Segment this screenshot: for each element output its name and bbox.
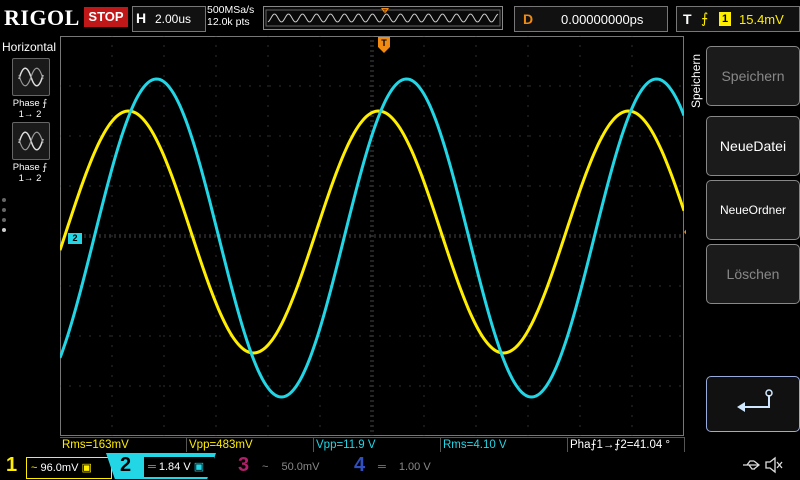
memory-depth: 12.0k pts xyxy=(207,16,250,28)
ch1-waveform xyxy=(58,109,686,355)
status-bar: RIGOL STOP H 2.00us 500MSa/s 12.0k pts T… xyxy=(0,0,800,36)
ch3-scale-box[interactable]: ~ 50.0mV xyxy=(258,457,342,477)
sample-rate: 500MSa/s xyxy=(207,4,255,16)
menu-neueordner-button[interactable]: NeueOrdner xyxy=(706,180,800,240)
delay-key: D xyxy=(523,11,534,27)
timebase-box[interactable]: H 2.00us xyxy=(132,6,206,32)
ch1-bw-icon: ▣ xyxy=(81,462,92,474)
horizontal-key: H xyxy=(136,10,147,26)
ch2-waveform xyxy=(58,77,686,399)
ch1-scale: 96.0mV xyxy=(40,462,79,474)
menu-return-button[interactable] xyxy=(706,376,800,432)
timebase-value: 2.00us xyxy=(155,12,192,26)
sine-icon xyxy=(18,67,44,87)
ch3-label[interactable]: 3 xyxy=(238,454,249,477)
trigger-t-icon: T xyxy=(378,37,390,53)
horizontal-title: Horizontal xyxy=(2,40,57,54)
svg-text:T: T xyxy=(381,38,387,48)
return-arrow-icon xyxy=(737,389,773,412)
speaker-mute-icon[interactable] xyxy=(764,456,784,479)
phase-button-2-label: Phase ⨍ 1→ 2 xyxy=(2,162,58,184)
svg-text:T: T xyxy=(383,10,387,16)
run-stop-indicator[interactable]: STOP xyxy=(84,7,128,27)
ch1-label[interactable]: 1 xyxy=(6,454,17,477)
ch4-label[interactable]: 4 xyxy=(354,454,365,477)
ch3-scale: 50.0mV xyxy=(281,461,320,473)
graticule xyxy=(58,35,686,437)
sine-icon xyxy=(18,131,44,151)
phase-button-2-line1: Phase ⨍ xyxy=(12,162,48,173)
menu-neuedatei-button[interactable]: NeueDatei xyxy=(706,116,800,176)
delay-box[interactable]: D 0.00000000ps xyxy=(514,6,668,32)
menu-title: Speichern xyxy=(688,40,704,110)
ch2-ground-marker[interactable]: 2 xyxy=(68,233,82,244)
ch3-coupling-icon: ~ xyxy=(262,461,269,473)
phase-button-2-line2: 1→ 2 xyxy=(18,173,42,184)
rising-edge-icon: ⨍ xyxy=(701,10,709,26)
trigger-position-marker[interactable]: T xyxy=(378,37,390,60)
measurement-ch2-vpp[interactable]: Vpp=11.9 V xyxy=(314,437,441,453)
menu-loeschen-button[interactable]: Löschen xyxy=(706,244,800,304)
measurement-ch1-rms[interactable]: Rms=163mV xyxy=(60,437,187,453)
phase-button-1-line2: 1→ 2 xyxy=(18,109,42,120)
ch1-coupling-icon: ~ xyxy=(31,462,38,474)
phase-measure-button-1[interactable] xyxy=(12,58,50,96)
ch2-label[interactable]: 2 xyxy=(120,454,131,477)
ch4-coupling-icon: ═ xyxy=(378,461,386,473)
ch2-scale-box[interactable]: ═ 1.84 V ▣ xyxy=(144,457,214,477)
memory-overview: T xyxy=(263,6,503,30)
menu-title-text: Speichern xyxy=(689,54,703,108)
usb-icon xyxy=(742,458,761,477)
waveform-overview-icon: T xyxy=(265,8,501,27)
trigger-level: 15.4mV xyxy=(739,12,784,27)
measurement-ch2-rms[interactable]: Rms=4.10 V xyxy=(441,437,568,453)
menu-speichern-button[interactable]: Speichern xyxy=(706,46,800,106)
phase-button-1-line1: Phase ⨍ xyxy=(12,98,48,109)
trigger-channel-badge: 1 xyxy=(719,12,731,26)
ch2-coupling-icon: ═ xyxy=(148,461,156,473)
waveform-display[interactable] xyxy=(58,35,686,437)
acquisition-info: 500MSa/s 12.0k pts xyxy=(207,4,254,28)
phase-button-1-label: Phase ⨍ 1→ 2 xyxy=(2,98,58,120)
ch2-bw-icon: ▣ xyxy=(193,461,205,473)
phase-measure-button-2[interactable] xyxy=(12,122,50,160)
measurement-phase[interactable]: Pha⨍1→⨍2=41.04 ° xyxy=(568,437,685,453)
page-indicator xyxy=(2,198,6,238)
ch1-scale-box[interactable]: ~ 96.0mV ▣ xyxy=(26,457,112,479)
ch2-scale: 1.84 V xyxy=(158,461,191,473)
measurement-ch1-vpp[interactable]: Vpp=483mV xyxy=(187,437,314,453)
brand-logo: RIGOL xyxy=(4,5,80,30)
delay-value: 0.00000000ps xyxy=(561,12,644,27)
ch4-scale: 1.00 V xyxy=(398,461,431,473)
ch4-scale-box[interactable]: ═ 1.00 V xyxy=(374,457,458,477)
trigger-key: T xyxy=(683,11,692,27)
trigger-box[interactable]: T ⨍ 1 15.4mV xyxy=(676,6,800,32)
